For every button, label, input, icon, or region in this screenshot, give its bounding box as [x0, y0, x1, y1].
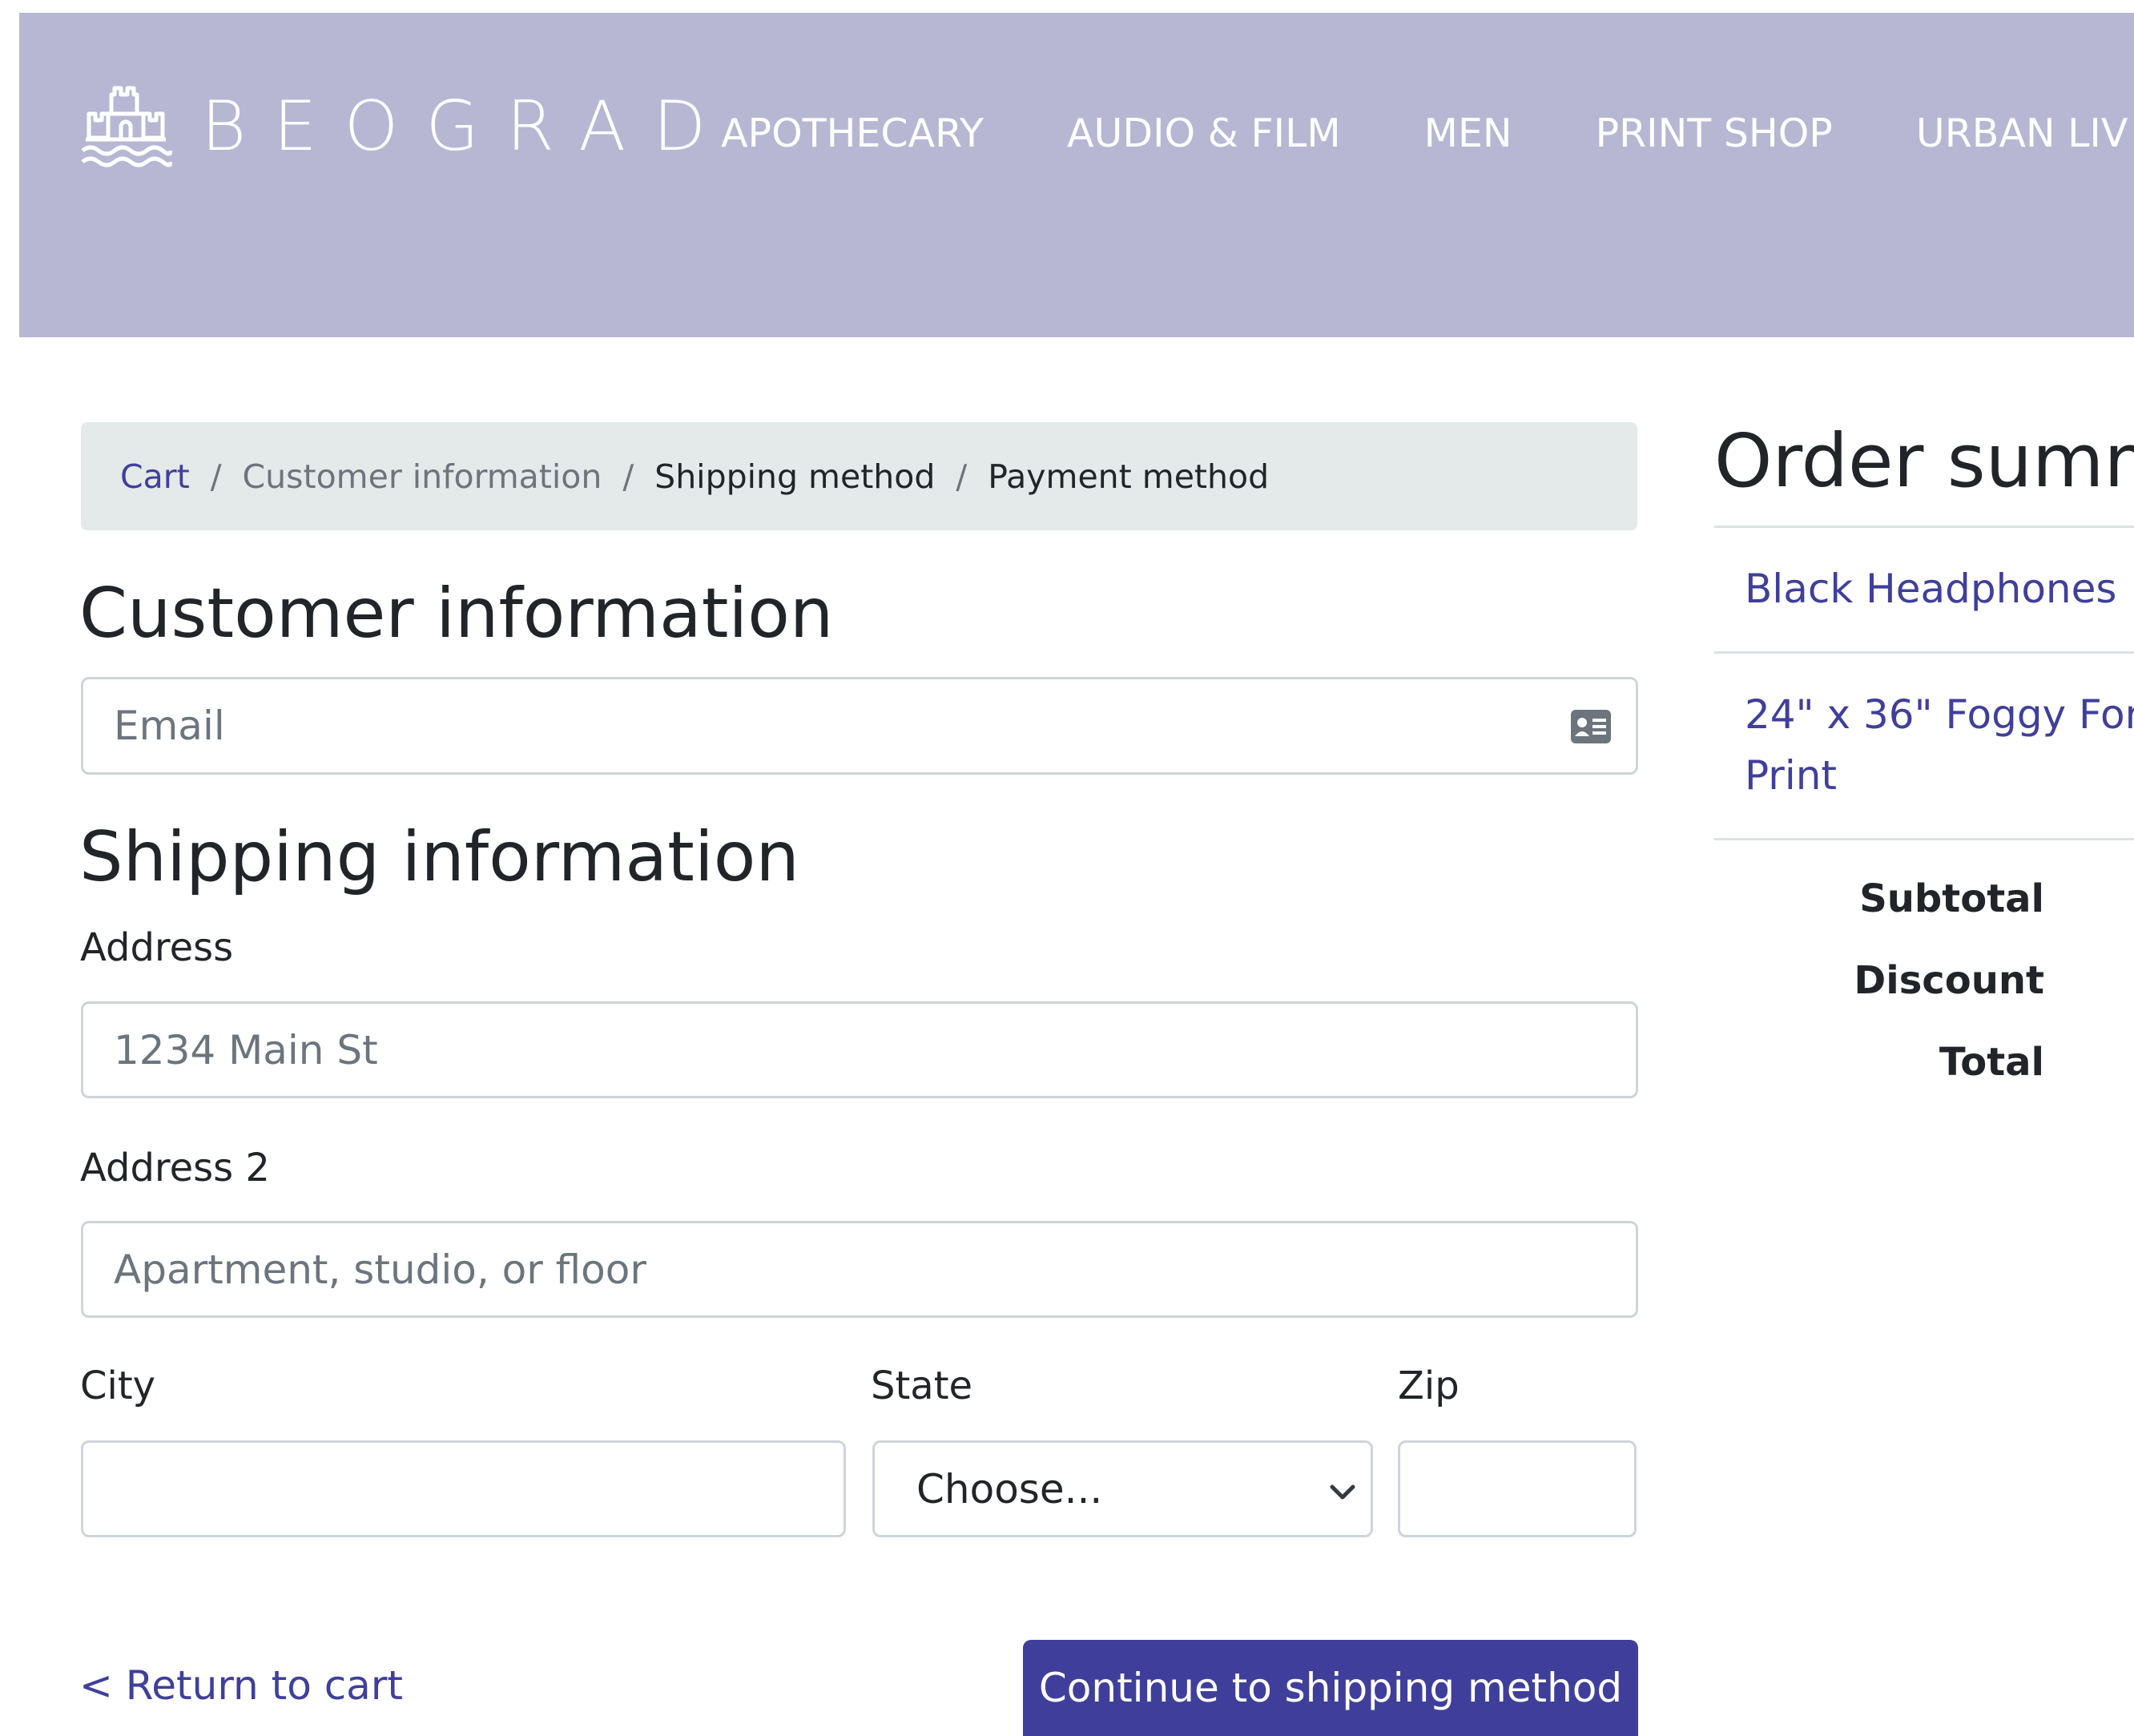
summary-item-foggy-forest-print[interactable]: 24" x 36" Foggy Fores — [1745, 684, 2134, 745]
breadcrumb-payment-method: Payment method — [988, 457, 1270, 496]
customer-information-heading: Customer information — [79, 574, 834, 654]
breadcrumb-shipping-method: Shipping method — [654, 457, 936, 496]
email-placeholder: Email — [114, 703, 225, 749]
city-label: City — [80, 1363, 156, 1408]
summary-divider — [1714, 651, 2134, 654]
address-placeholder: 1234 Main St — [114, 1026, 378, 1073]
breadcrumb-separator: / — [622, 457, 634, 496]
summary-item-black-headphones[interactable]: Black Headphones — [1745, 558, 2116, 619]
nav-item-audio-film[interactable]: AUDIO & FILM — [1067, 111, 1341, 156]
subtotal-label: Subtotal — [1859, 876, 2044, 921]
breadcrumb-cart[interactable]: Cart — [120, 457, 190, 496]
zip-label: Zip — [1398, 1363, 1460, 1408]
brand-logo[interactable]: BEOGRAD — [79, 83, 733, 170]
total-label: Total — [1939, 1040, 2044, 1085]
address2-label: Address 2 — [80, 1146, 270, 1190]
continue-to-shipping-button[interactable]: Continue to shipping method — [1023, 1640, 1638, 1736]
zip-field[interactable] — [1398, 1440, 1637, 1537]
address-field[interactable]: 1234 Main St — [81, 1001, 1638, 1098]
summary-item-foggy-forest-print-line2[interactable]: Print — [1745, 745, 1837, 806]
brand-name: BEOGRAD — [201, 87, 734, 167]
castle-icon — [81, 86, 172, 167]
summary-divider — [1714, 838, 2134, 840]
state-select[interactable]: Choose... — [872, 1440, 1373, 1537]
nav-item-men[interactable]: MEN — [1424, 111, 1512, 156]
chevron-down-icon — [1330, 1484, 1355, 1500]
nav-item-apothecary[interactable]: APOTHECARY — [721, 111, 984, 156]
state-selected-value: Choose... — [916, 1465, 1103, 1512]
address-label: Address — [80, 925, 234, 970]
address2-field[interactable]: Apartment, studio, or floor — [81, 1221, 1638, 1318]
email-field[interactable]: Email — [81, 677, 1638, 775]
breadcrumb-customer-information: Customer information — [242, 457, 602, 496]
nav-item-print-shop[interactable]: PRINT SHOP — [1596, 111, 1833, 156]
state-label: State — [871, 1363, 973, 1408]
breadcrumb: Cart / Customer information / Shipping m… — [81, 422, 1637, 530]
nav-item-urban-living[interactable]: URBAN LIV — [1916, 111, 2128, 156]
discount-label: Discount — [1854, 958, 2044, 1003]
return-to-cart-link[interactable]: < Return to cart — [79, 1662, 403, 1709]
breadcrumb-separator: / — [210, 457, 222, 496]
address2-placeholder: Apartment, studio, or floor — [114, 1246, 646, 1293]
main-nav: APOTHECARY AUDIO & FILM MEN PRINT SHOP U… — [721, 111, 2134, 156]
site-header: BEOGRAD APOTHECARY AUDIO & FILM MEN PRIN… — [19, 13, 2134, 337]
city-field[interactable] — [81, 1440, 846, 1537]
breadcrumb-separator: / — [956, 457, 968, 496]
summary-divider — [1714, 526, 2134, 528]
order-summary-heading: Order summa — [1714, 418, 2134, 504]
shipping-information-heading: Shipping information — [79, 817, 799, 897]
contact-card-icon — [1571, 710, 1611, 743]
